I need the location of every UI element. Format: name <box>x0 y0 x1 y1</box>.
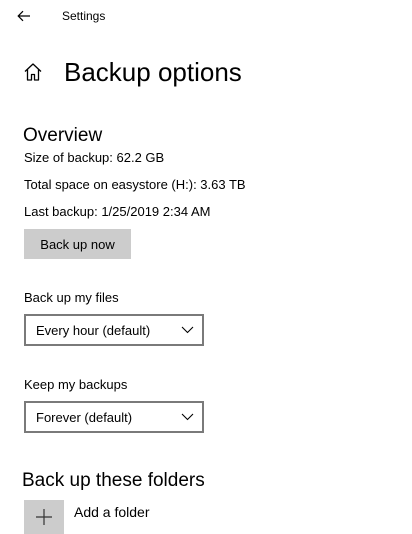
last-backup-text: Last backup: 1/25/2019 2:34 AM <box>24 204 211 219</box>
keep-backups-label: Keep my backups <box>24 377 128 392</box>
page-title: Backup options <box>64 57 242 87</box>
plus-icon <box>36 509 52 525</box>
page-header: Backup options <box>22 52 242 92</box>
add-folder-button[interactable] <box>24 500 64 534</box>
title-bar: Settings <box>0 0 412 32</box>
total-space-text: Total space on easystore (H:): 3.63 TB <box>24 177 246 192</box>
overview-heading: Overview <box>23 125 103 146</box>
add-folder-label[interactable]: Add a folder <box>74 504 150 521</box>
keep-backups-dropdown[interactable]: Forever (default) <box>24 401 204 433</box>
backup-size-text: Size of backup: 62.2 GB <box>24 150 165 165</box>
settings-window: Settings Backup options Overview Size of… <box>0 0 412 534</box>
back-arrow-icon <box>17 10 30 22</box>
back-up-now-button[interactable]: Back up now <box>24 229 131 259</box>
back-button[interactable] <box>6 2 42 30</box>
keep-backups-value: Forever (default) <box>36 409 133 425</box>
backup-frequency-value: Every hour (default) <box>36 322 151 338</box>
chevron-down-icon <box>180 412 194 422</box>
app-title: Settings <box>62 9 106 23</box>
folders-heading: Back up these folders <box>22 470 205 491</box>
chevron-down-icon <box>180 325 194 335</box>
backup-frequency-label: Back up my files <box>24 290 119 305</box>
home-icon <box>22 61 44 83</box>
backup-frequency-dropdown[interactable]: Every hour (default) <box>24 314 204 346</box>
